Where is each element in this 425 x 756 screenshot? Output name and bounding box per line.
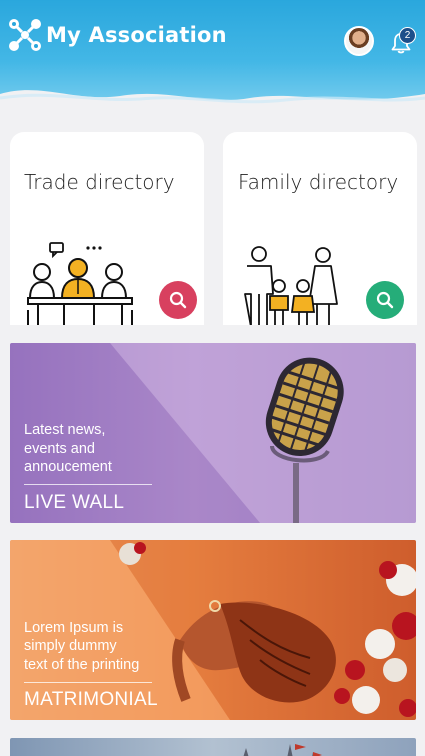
- logo-icon: [9, 19, 41, 51]
- matrimonial-title: MATRIMONIAL: [24, 689, 158, 710]
- family-directory-title: Family directory: [238, 170, 399, 194]
- matrimonial-banner[interactable]: Lorem Ipsum is simply dummy text of the …: [10, 540, 416, 720]
- search-icon: [169, 291, 187, 309]
- app-title: My Association: [46, 23, 227, 47]
- search-icon: [376, 291, 394, 309]
- matrimonial-divider: [24, 682, 152, 683]
- meeting-people-icon: [27, 242, 133, 325]
- header-wave: [0, 90, 425, 132]
- family-icon: [244, 246, 338, 325]
- next-banner-partial[interactable]: [10, 738, 416, 756]
- live-wall-banner[interactable]: Latest news, events and annoucement LIVE…: [10, 343, 416, 523]
- family-directory-card[interactable]: Family directory: [223, 132, 417, 325]
- trade-search-button[interactable]: [159, 281, 197, 319]
- live-wall-divider: [24, 484, 152, 485]
- live-wall-line-2: events and: [24, 441, 95, 457]
- live-wall-line-3: annoucement: [24, 459, 112, 475]
- app-logo[interactable]: My Association: [8, 18, 227, 52]
- trade-directory-title: Trade directory: [24, 170, 175, 194]
- matrimonial-line-2: simply dummy: [24, 638, 117, 654]
- notification-badge: 2: [399, 27, 416, 44]
- app-screen: My Association 2 Trade directory Family …: [0, 0, 425, 756]
- matrimonial-line-1: Lorem Ipsum is: [24, 620, 124, 636]
- family-search-button[interactable]: [366, 281, 404, 319]
- live-wall-title: LIVE WALL: [24, 492, 125, 513]
- user-avatar[interactable]: [344, 26, 374, 56]
- trade-directory-card[interactable]: Trade directory: [10, 132, 204, 325]
- app-header: My Association 2: [0, 0, 425, 132]
- next-banner-background: [243, 744, 322, 756]
- live-wall-line-1: Latest news,: [24, 422, 106, 438]
- matrimonial-line-3: text of the printing: [24, 657, 140, 673]
